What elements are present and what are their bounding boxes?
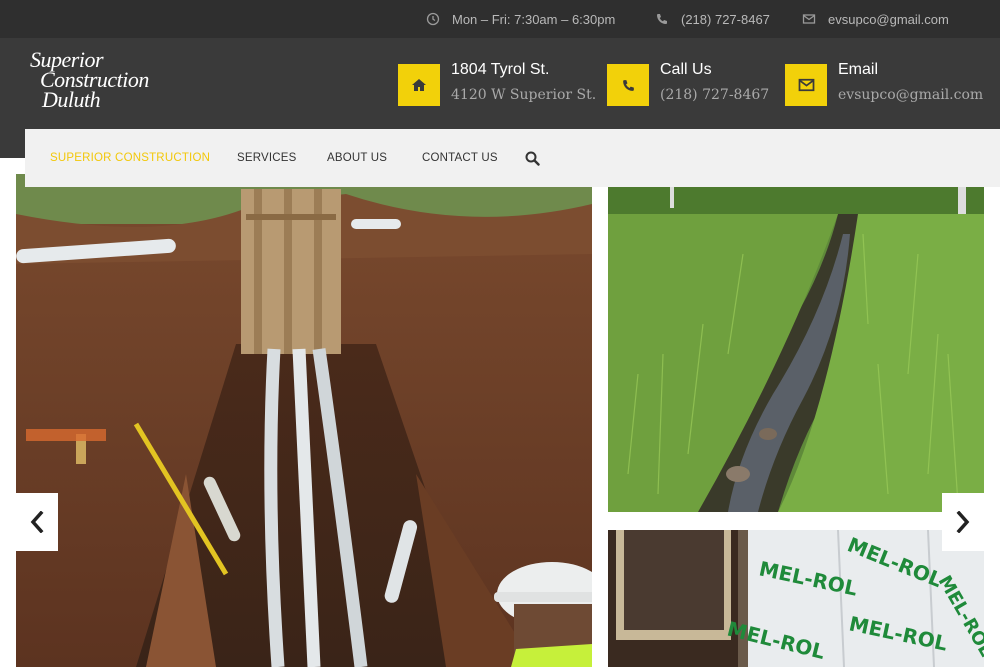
phone-icon (657, 14, 667, 24)
envelope-icon (785, 64, 827, 106)
address-subtitle: 4120 W Superior St. (451, 87, 597, 103)
top-bar: Mon – Fri: 7:30am – 6:30pm (218) 727-846… (0, 0, 1000, 38)
logo-line-3: Duluth (42, 87, 101, 112)
email-info[interactable]: evsupco@gmail.com (802, 0, 949, 38)
phone-icon (607, 64, 649, 106)
hours-info: Mon – Fri: 7:30am – 6:30pm (426, 0, 615, 38)
chevron-right-icon (956, 511, 970, 533)
call-us-title: Call Us (660, 61, 712, 78)
nav-item-superior-construction[interactable]: SUPERIOR CONSTRUCTION (50, 129, 210, 187)
address-title: 1804 Tyrol St. (451, 61, 550, 78)
photo-drainage-ditch[interactable] (608, 174, 984, 512)
nav-item-services[interactable]: SERVICES (237, 129, 297, 187)
hours-text: Mon – Fri: 7:30am – 6:30pm (452, 11, 616, 27)
phone-info[interactable]: (218) 727-8467 (655, 0, 770, 38)
photo-gallery: MEL-ROL MEL-ROL MEL-ROL MEL-ROL MEL-ROL (0, 158, 1000, 667)
home-icon (398, 64, 440, 106)
chevron-left-icon (30, 511, 44, 533)
nav-item-about-us[interactable]: ABOUT US (327, 129, 387, 187)
email-address[interactable]: evsupco@gmail.com (838, 87, 983, 103)
photo-mel-rol-wall[interactable]: MEL-ROL MEL-ROL MEL-ROL MEL-ROL MEL-ROL (608, 530, 984, 667)
email-title: Email (838, 61, 879, 78)
photo-trench-pipes[interactable] (16, 174, 592, 667)
nav-item-contact-us[interactable]: CONTACT US (422, 129, 498, 187)
phone-text[interactable]: (218) 727-8467 (681, 12, 770, 27)
gallery-next-button[interactable] (942, 493, 984, 551)
main-nav: SUPERIOR CONSTRUCTION SERVICES ABOUT US … (25, 129, 1000, 187)
search-icon (525, 151, 540, 166)
clock-icon (426, 12, 440, 26)
call-us-number[interactable]: (218) 727-8467 (660, 87, 769, 103)
site-logo[interactable]: Superior Construction Duluth (30, 49, 160, 116)
gallery-prev-button[interactable] (16, 493, 58, 551)
email-text[interactable]: evsupco@gmail.com (828, 12, 949, 27)
envelope-icon (802, 14, 816, 24)
search-button[interactable] (525, 129, 540, 187)
